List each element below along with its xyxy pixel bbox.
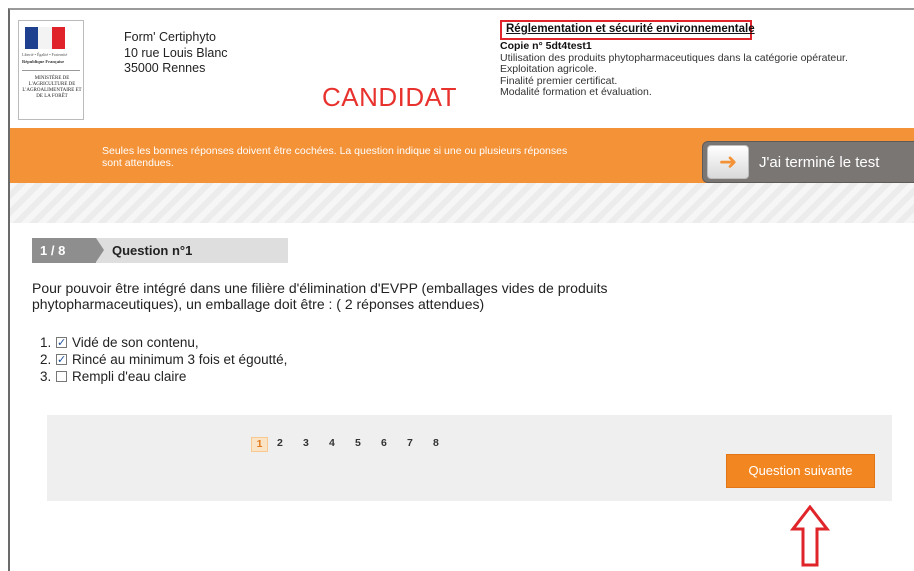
page-link[interactable]: 7: [407, 437, 433, 452]
french-flag-icon: [25, 27, 65, 49]
page-link[interactable]: 3: [303, 437, 329, 452]
info-exploitation: Exploitation agricole.: [500, 63, 597, 75]
organization-address: Form' Certiphyto 10 rue Louis Blanc 3500…: [124, 30, 228, 77]
answer-checkbox[interactable]: [56, 371, 67, 382]
page-link[interactable]: 6: [381, 437, 407, 452]
question-text: Pour pouvoir être intégré dans une filiè…: [32, 280, 608, 312]
answer-number: 3.: [40, 369, 52, 384]
page-link[interactable]: 8: [433, 437, 459, 452]
page-frame: Liberté • Égalité • Fraternité Républiqu…: [8, 8, 914, 571]
finish-test-label: J'ai terminé le test: [759, 154, 880, 171]
arrow-right-icon: ➜: [707, 145, 749, 179]
navigation-panel: 1 2 3 4 5 6 7 8 Question suivante: [47, 415, 892, 501]
logo-divider: [22, 70, 80, 71]
logo-republique: République Française: [22, 59, 65, 64]
info-modalite: Modalité formation et évaluation.: [500, 86, 652, 98]
org-name: Form' Certiphyto: [124, 30, 216, 44]
page-link[interactable]: 4: [329, 437, 355, 452]
answer-label: Rempli d'eau claire: [72, 369, 187, 384]
pagination: 1 2 3 4 5 6 7 8: [251, 437, 459, 452]
answer-checkbox[interactable]: [56, 352, 67, 369]
role-label: CANDIDAT: [322, 82, 457, 112]
answer-list: 1. Vidé de son contenu, 2. Rincé au mini…: [40, 334, 287, 385]
finish-test-button[interactable]: ➜ J'ai terminé le test: [702, 141, 914, 183]
answer-checkbox[interactable]: [56, 335, 67, 352]
answer-number: 1.: [40, 335, 52, 350]
question-counter-arrow: [96, 238, 104, 262]
decorative-stripes: [10, 183, 914, 223]
next-question-button[interactable]: Question suivante: [726, 454, 875, 488]
page-link[interactable]: 5: [355, 437, 381, 452]
answer-item: 2. Rincé au minimum 3 fois et égoutté,: [40, 351, 288, 369]
up-arrow-annotation-icon: [790, 505, 830, 567]
question-title: Question n°1: [96, 238, 288, 263]
instruction-banner: Seules les bonnes réponses doivent être …: [10, 128, 914, 183]
org-street: 10 rue Louis Blanc: [124, 45, 228, 60]
answer-label: Vidé de son contenu,: [72, 335, 199, 350]
logo-ministry: MINISTÈRE DE L'AGRICULTURE DE L'AGROALIM…: [22, 76, 82, 99]
module-info: Copie n° 5dt4test1 Utilisation des produ…: [500, 40, 860, 99]
org-city: 35000 Rennes: [124, 61, 206, 75]
module-title: Réglementation et sécurité environnement…: [500, 20, 755, 40]
answer-item: 1. Vidé de son contenu,: [40, 334, 287, 352]
page-link[interactable]: 2: [277, 437, 303, 452]
answer-item: 3. Rempli d'eau claire: [40, 368, 287, 385]
copie-number: Copie n° 5dt4test1: [500, 40, 592, 52]
answer-label: Rincé au minimum 3 fois et égoutté,: [72, 352, 288, 367]
page-link-current[interactable]: 1: [251, 437, 268, 452]
logo-motto: Liberté • Égalité • Fraternité: [22, 52, 68, 57]
ministry-logo: Liberté • Égalité • Fraternité Républiqu…: [18, 20, 84, 120]
question-counter: 1 / 8: [32, 238, 96, 263]
banner-instructions: Seules les bonnes réponses doivent être …: [102, 145, 568, 169]
answer-number: 2.: [40, 352, 52, 367]
